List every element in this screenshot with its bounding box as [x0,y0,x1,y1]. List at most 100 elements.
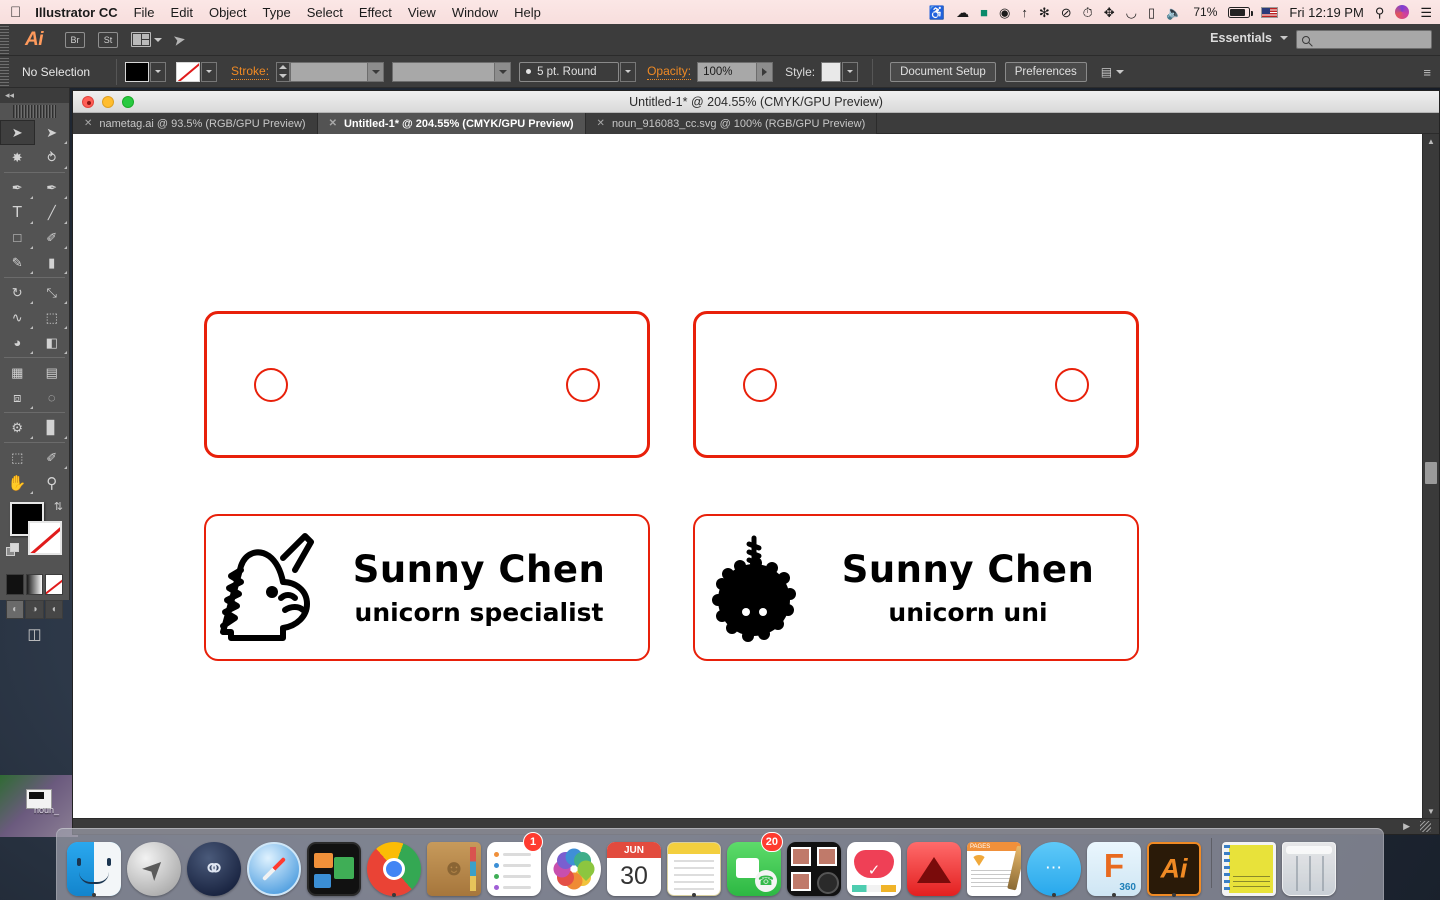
pen-tool[interactable]: ✒ [0,175,35,200]
do-not-disturb-icon[interactable]: ⊘ [1061,6,1072,19]
column-graph-tool[interactable]: ▊ [35,415,70,440]
tools-stroke-swatch[interactable] [28,521,62,555]
search-icon[interactable]: ⚲ [1375,6,1385,19]
menu-item-select[interactable]: Select [307,5,343,20]
zoom-tool[interactable]: ⚲ [35,470,70,495]
paintbrush-tool[interactable]: ✐ [35,225,70,250]
change-screen-mode-icon[interactable]: ◫ [0,619,69,649]
gradient-mode-button[interactable] [25,574,44,595]
menu-clock[interactable]: Fri 12:19 PM [1289,5,1363,20]
time-machine-icon[interactable]: ⏱ [1083,6,1093,19]
notification-center-icon[interactable]: ☰ [1420,6,1432,19]
menu-item-window[interactable]: Window [452,5,498,20]
stroke-dropdown-button[interactable] [201,61,218,82]
menu-item-file[interactable]: File [134,5,155,20]
dock-item-pocket[interactable]: ✓ [845,834,903,896]
dropbox-icon[interactable]: ■ [980,6,988,19]
shape-builder-tool[interactable]: ◕ [0,330,35,355]
wifi-icon[interactable]: ◡ [1126,6,1137,19]
opacity-label[interactable]: Opacity: [647,64,692,80]
graphic-style-swatch[interactable] [821,61,842,82]
stroke-label[interactable]: Stroke: [231,64,270,80]
close-icon[interactable]: ✕ [84,118,92,129]
color-mode-button[interactable] [6,574,24,595]
airplay-icon[interactable]: ▯ [1148,6,1155,19]
dock-item-notes[interactable] [665,834,723,897]
selection-tool[interactable]: ➤ [0,120,35,145]
magic-wand-tool[interactable]: ✸ [0,145,35,170]
dock-item-trash[interactable] [1280,834,1338,896]
stroke-weight-stepper[interactable] [276,61,291,82]
volume-icon[interactable]: 🔈 [1166,6,1182,19]
scale-tool[interactable]: ⤡ [35,280,70,305]
bug-icon[interactable]: ✻ [1039,6,1050,19]
style-dropdown-button[interactable] [842,61,859,82]
pencil-tool[interactable]: ✎ [0,250,35,275]
bluetooth-icon[interactable]: ✥ [1104,6,1115,19]
rectangle-tool[interactable]: □ [0,225,35,250]
scroll-down-icon[interactable]: ▼ [1423,804,1439,818]
brush-definition-dropdown-button[interactable] [620,61,637,82]
opacity-input[interactable]: 100% [697,61,758,82]
battery-icon[interactable] [1228,6,1254,18]
arrange-documents-icon[interactable] [131,32,151,47]
stroke-weight-input[interactable] [290,61,369,82]
artboard-canvas[interactable]: Sunny Chen unicorn specialist Sunny Chen… [73,134,1422,818]
stock-button[interactable]: St [98,31,118,48]
draw-inside-button[interactable]: ◖ [44,600,63,619]
collapse-panel-icon[interactable]: ◂◂ [0,88,69,103]
app-search-input[interactable] [1296,30,1432,49]
dock-item-finder[interactable] [65,834,123,897]
menu-item-type[interactable]: Type [263,5,291,20]
menu-item-help[interactable]: Help [514,5,541,20]
tab-noun-916083-svg[interactable]: ✕ noun_916083_cc.svg @ 100% (RGB/GPU Pre… [585,113,878,134]
window-title-bar[interactable]: Untitled-1* @ 204.55% (CMYK/GPU Preview) [73,91,1439,113]
tools-panel-grip[interactable] [13,105,56,118]
dock-item-mission-control[interactable] [305,834,363,896]
blend-tool[interactable]: ◌ [35,385,70,410]
swap-fill-stroke-icon[interactable]: ⇅ [54,500,63,513]
bridge-button[interactable]: Br [65,31,85,48]
arrange-chevron-down-icon[interactable] [154,37,162,42]
dock-item-photos[interactable] [545,834,603,896]
resize-grip-icon[interactable] [1420,821,1431,832]
dock-item-document-file[interactable] [1220,834,1278,896]
stroke-swatch[interactable] [176,61,201,82]
close-icon[interactable]: ✕ [597,118,605,129]
menu-item-effect[interactable]: Effect [359,5,392,20]
tab-nametag-ai[interactable]: ✕ nametag.ai @ 93.5% (RGB/GPU Preview) [73,113,318,134]
dock-item-calendar[interactable]: JUN 30 [605,834,663,896]
eraser-tool[interactable]: ▮ [35,250,70,275]
fill-dropdown-button[interactable] [150,61,167,82]
lasso-tool[interactable]: ⥁ [35,145,70,170]
mesh-tool[interactable]: ▦ [0,360,35,385]
workspace-chevron-down-icon[interactable] [1280,36,1288,40]
dock-item-reminders[interactable]: 1 [485,832,543,896]
dock-item-facetime[interactable]: ☎ 20 [725,832,783,896]
eyedropper-tool[interactable]: ⧈ [0,385,35,410]
dock-item-adobe-illustrator[interactable]: Ai [1145,834,1203,897]
tab-untitled-1[interactable]: ✕ Untitled-1* @ 204.55% (CMYK/GPU Previe… [317,113,586,134]
app-bar-grip[interactable] [0,24,9,55]
dock-item-messages[interactable]: ⋯ [1025,834,1083,897]
dock-item-google-chrome[interactable] [365,834,423,897]
dock-item-safari[interactable] [245,834,303,896]
mailbutler-icon[interactable]: ◉ [999,6,1010,19]
brush-definition-select[interactable]: 5 pt. Round [519,61,620,82]
dock-item-steam[interactable]: ⚭ [185,834,243,896]
rocket-icon[interactable]: ➤ [172,30,187,50]
gradient-tool[interactable]: ▤ [35,360,70,385]
type-tool[interactable]: T [0,200,35,225]
nametag-unicorn-left[interactable]: Sunny Chen unicorn specialist [204,514,650,661]
default-fill-stroke-icon[interactable] [6,543,20,557]
vertical-scroll-thumb[interactable] [1425,462,1437,485]
dock-item-launchpad[interactable]: ➤ [125,834,183,896]
hand-tool[interactable]: ✋ [0,470,35,495]
control-bar-grip[interactable] [0,56,9,87]
draw-behind-button[interactable]: ◑ [25,600,44,619]
opacity-flyout-button[interactable] [757,61,774,82]
free-transform-tool[interactable]: ⬚ [35,305,70,330]
dock-item-contacts[interactable]: ☻ [425,834,483,896]
draw-normal-button[interactable]: ◐ [6,600,25,619]
none-mode-button[interactable] [45,574,64,595]
